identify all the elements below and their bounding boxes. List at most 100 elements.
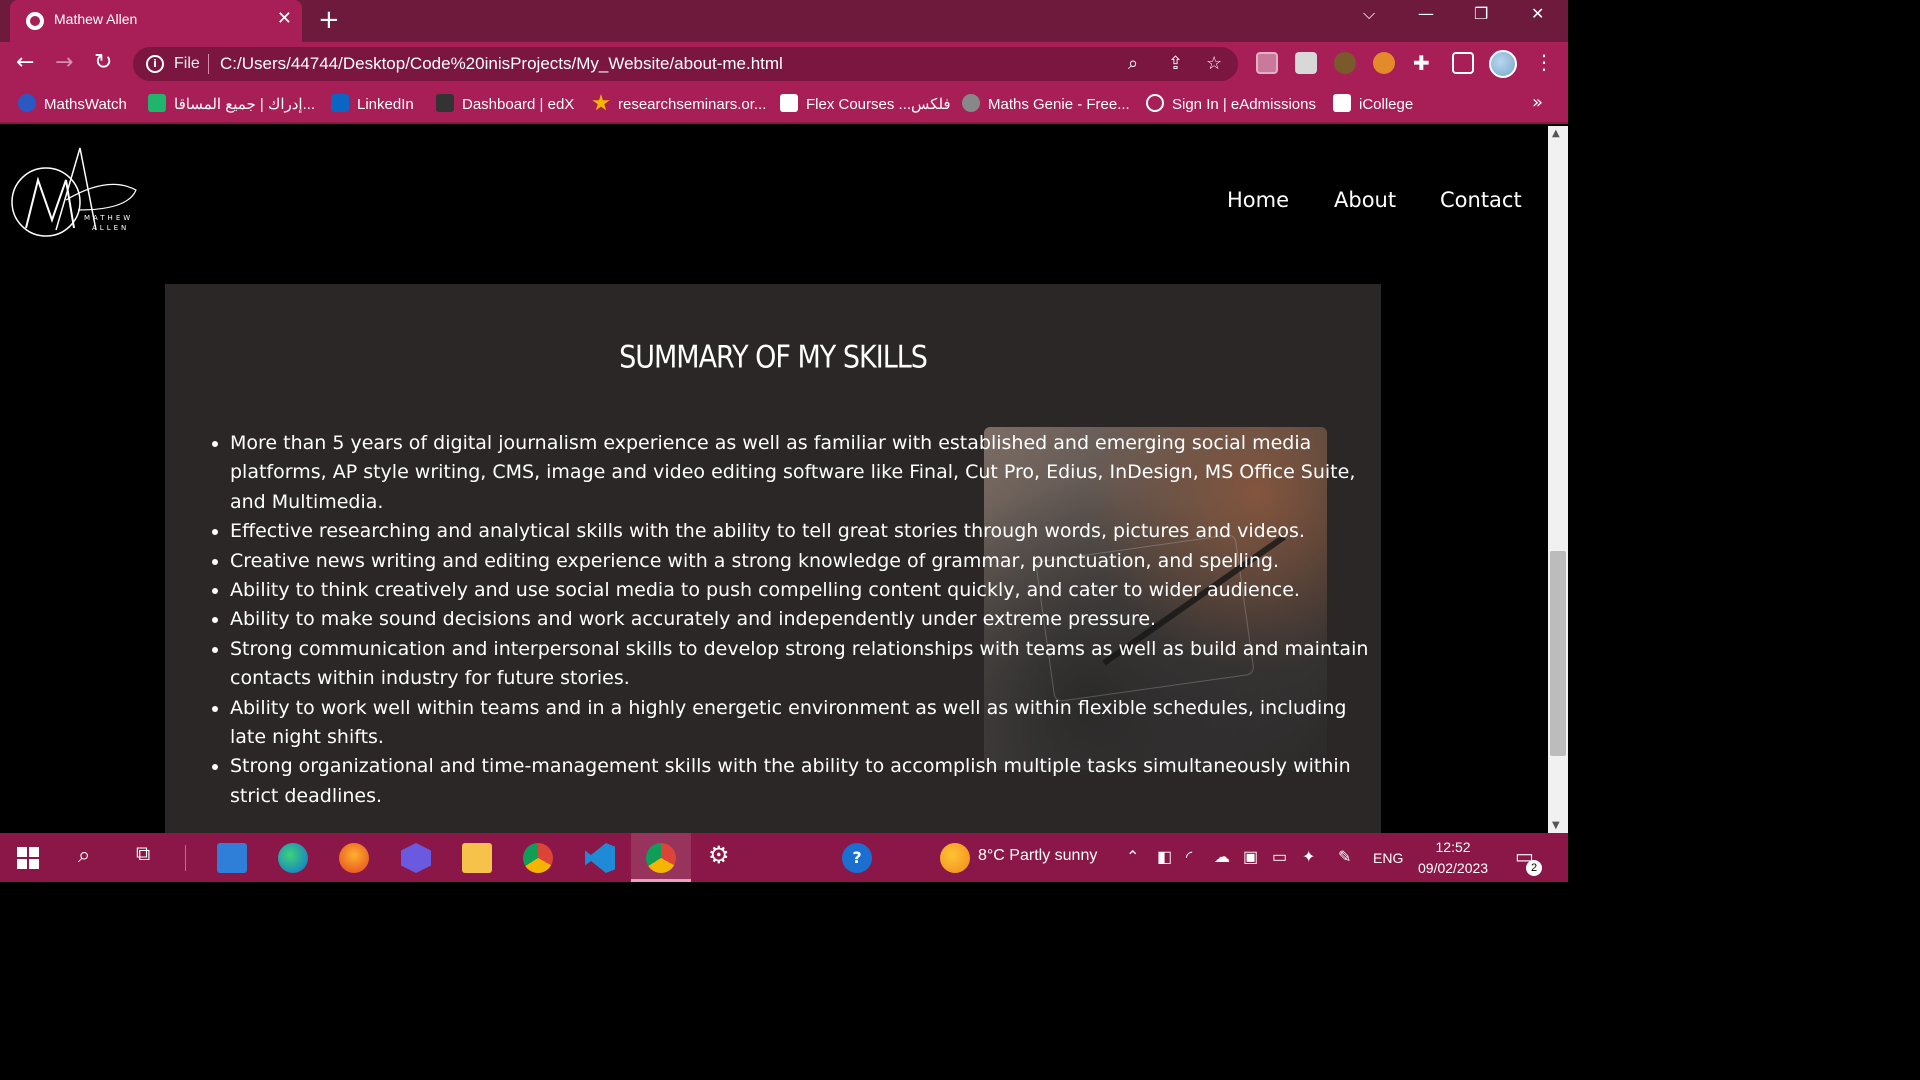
bookmark-eadmissions[interactable]: Sign In | eAdmissions [1146, 94, 1316, 113]
side-panel-icon[interactable] [1452, 52, 1474, 74]
nav-contact[interactable]: Contact [1440, 188, 1522, 212]
minimize-button[interactable]: — [1418, 4, 1434, 23]
extension-1-icon[interactable] [1256, 52, 1278, 74]
file-label: File [174, 55, 200, 72]
nav-about[interactable]: About [1334, 188, 1396, 212]
help-icon[interactable]: ? [842, 843, 872, 873]
skills-panel: SUMMARY OF MY SKILLS More than 5 years o… [165, 284, 1381, 833]
scroll-down-icon[interactable]: ▼ [1552, 820, 1560, 831]
notification-count-badge: 2 [1526, 860, 1542, 876]
clock-time: 12:52 [1435, 839, 1471, 855]
bookmark-edx[interactable]: Dashboard | edX [436, 94, 574, 113]
meet-icon[interactable]: ◧ [1157, 847, 1172, 867]
scroll-up-icon[interactable]: ▲ [1552, 128, 1560, 139]
address-separator [208, 54, 209, 74]
bookmark-maths-genie[interactable]: Maths Genie - Free... [962, 94, 1130, 113]
pen-icon[interactable]: ✎ [1338, 847, 1351, 867]
file-explorer-icon[interactable] [462, 843, 492, 873]
menu-icon[interactable]: ⋮ [1534, 50, 1554, 74]
power-automate-icon[interactable] [401, 843, 431, 873]
logo-text-bottom: ALLEN [92, 224, 129, 232]
mail-icon[interactable] [217, 843, 247, 873]
settings-gear-icon[interactable]: ⚙ [708, 841, 730, 870]
skill-item: Ability to think creatively and use soci… [230, 576, 1380, 605]
skill-item: Effective researching and analytical ski… [230, 517, 1380, 546]
skill-item: More than 5 years of digital journalism … [230, 429, 1380, 517]
windows-taskbar: ⌕ ⧉ ⚙ ? 8°C Partly sunny ⌃ ◧ ◜ ☁ ▣ ▭ ✦ ✎… [0, 833, 1568, 882]
close-tab-icon[interactable]: ✕ [277, 9, 292, 29]
language-indicator[interactable]: ENG [1373, 850, 1403, 866]
system-clock[interactable]: 12:52 09/02/2023 [1418, 837, 1488, 879]
share-icon[interactable]: ⇪ [1168, 53, 1183, 74]
onedrive-icon[interactable]: ☁ [1214, 847, 1230, 867]
extension-3-icon[interactable] [1334, 52, 1356, 74]
zoom-icon[interactable]: ⌕ [1128, 53, 1138, 74]
nav-home[interactable]: Home [1227, 188, 1289, 212]
weather-text[interactable]: 8°C Partly sunny [978, 847, 1097, 865]
bookmark-star-icon[interactable]: ☆ [1206, 53, 1222, 74]
section-title: SUMMARY OF MY SKILLS [619, 339, 928, 376]
bookmark-flex-courses[interactable]: Flex Courses ...فلكس [780, 94, 951, 113]
edraak-icon [148, 94, 166, 112]
back-icon[interactable]: ← [16, 50, 34, 76]
site-logo[interactable]: MATHEW ALLEN [8, 140, 148, 244]
browser-toolbar: ← → ↻ i File C:/Users/44744/Desktop/Code… [0, 42, 1568, 86]
mathswatch-icon [18, 94, 36, 112]
logo-text-top: MATHEW [84, 214, 133, 222]
profile-avatar[interactable] [1489, 50, 1517, 78]
dropbox-icon[interactable]: ✦ [1302, 847, 1315, 867]
taskbar-divider [185, 845, 186, 871]
search-icon[interactable]: ⌕ [78, 842, 90, 868]
tab-mathew-allen[interactable]: Mathew Allen ✕ [10, 0, 302, 42]
extensions-puzzle-icon[interactable]: ✚ [1413, 50, 1430, 76]
skills-list: More than 5 years of digital journalism … [230, 429, 1380, 811]
windows-start-icon[interactable] [16, 846, 40, 870]
wifi-icon[interactable]: ◜ [1186, 847, 1192, 867]
linkedin-icon [331, 94, 349, 112]
web-page: MATHEW ALLEN Home About Contact SUMMARY … [0, 126, 1548, 833]
page-scrollbar[interactable]: ▲ ▼ [1548, 126, 1568, 833]
scroll-thumb[interactable] [1550, 551, 1566, 756]
skill-item: Strong organizational and time-managemen… [230, 752, 1380, 811]
more-bookmarks-icon[interactable]: » [1532, 92, 1543, 113]
eadmissions-icon [1146, 94, 1164, 112]
restore-button[interactable]: ❐ [1474, 4, 1488, 23]
globe-icon [26, 12, 44, 30]
vscode-icon[interactable] [585, 843, 615, 873]
skill-item: Ability to work well within teams and in… [230, 694, 1380, 753]
forward-icon[interactable]: → [55, 50, 73, 76]
edge-icon[interactable] [278, 843, 308, 873]
tab-title: Mathew Allen [54, 11, 138, 27]
task-view-icon[interactable]: ⧉ [136, 843, 150, 866]
chrome-icon[interactable] [646, 843, 676, 873]
skill-item: Strong communication and interpersonal s… [230, 635, 1380, 694]
info-icon[interactable]: i [146, 55, 164, 73]
weather-icon[interactable] [940, 843, 970, 873]
close-window-button[interactable]: ✕ [1531, 4, 1544, 23]
bookmark-mathswatch[interactable]: MathsWatch [18, 94, 127, 113]
tab-bar: Mathew Allen ✕ + ⌵ — ❐ ✕ [0, 0, 1568, 42]
extension-2-icon[interactable] [1295, 52, 1317, 74]
extension-4-icon[interactable] [1373, 52, 1395, 74]
battery-icon[interactable]: ▭ [1272, 847, 1287, 867]
skill-item: Ability to make sound decisions and work… [230, 605, 1380, 634]
icollege-icon [1333, 94, 1351, 112]
bookmark-linkedin[interactable]: LinkedIn [331, 94, 414, 113]
address-bar[interactable]: i File C:/Users/44744/Desktop/Code%20ini… [133, 47, 1238, 81]
bookmark-icollege[interactable]: iCollege [1333, 94, 1413, 113]
bookmarks-bar: MathsWatch إدراك | جميع المساقا... Linke… [0, 86, 1568, 124]
star-icon [592, 94, 610, 111]
tray-chevron-icon[interactable]: ⌃ [1126, 847, 1139, 867]
clock-date: 09/02/2023 [1418, 860, 1489, 876]
skill-item: Creative news writing and editing experi… [230, 547, 1380, 576]
url-text[interactable]: C:/Users/44744/Desktop/Code%20inisProjec… [220, 54, 783, 74]
chrome-profile-icon[interactable] [523, 843, 553, 873]
bookmark-researchseminars[interactable]: researchseminars.or... [592, 94, 766, 113]
firefox-icon[interactable] [339, 843, 369, 873]
new-tab-button[interactable]: + [318, 6, 340, 34]
display-icon[interactable]: ▣ [1243, 847, 1258, 867]
tab-search-icon[interactable]: ⌵ [1363, 4, 1375, 24]
edx-icon [436, 94, 454, 112]
reload-icon[interactable]: ↻ [94, 50, 112, 76]
bookmark-edraak[interactable]: إدراك | جميع المساقا... [148, 94, 315, 113]
